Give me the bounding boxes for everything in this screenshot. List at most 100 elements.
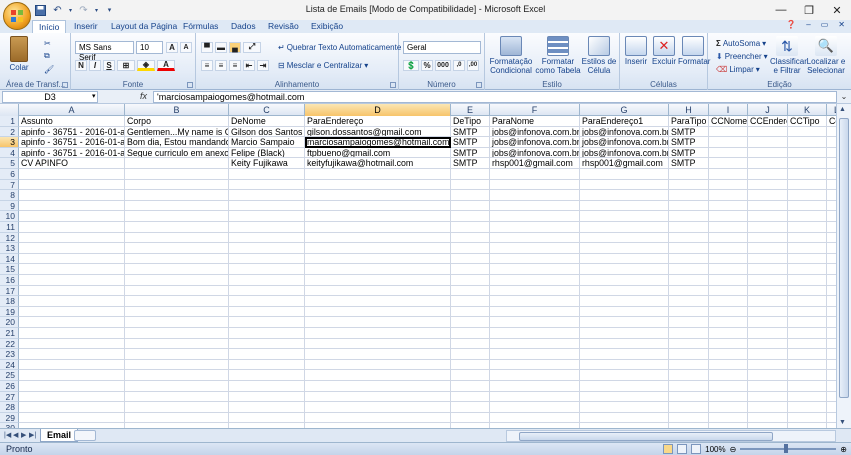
cell-j23[interactable] [748,349,788,360]
row-header[interactable]: 21 [0,328,19,339]
cell-d16[interactable] [305,275,451,286]
underline-button[interactable]: S [103,59,115,71]
row-header[interactable]: 19 [0,306,19,318]
insert-sheet-icon[interactable] [74,430,96,441]
cell-i7[interactable] [709,179,748,191]
align-right-icon[interactable]: ≡ [229,59,241,71]
row-header[interactable]: 27 [0,391,19,403]
cell-h10[interactable] [669,211,709,222]
fill-button[interactable]: ⬇ Preencher ▾ [716,50,768,62]
cell-k11[interactable] [788,222,827,233]
cell-e1[interactable]: DeTipo [451,116,490,127]
cell-e24[interactable] [451,359,490,371]
cell-f11[interactable] [490,222,580,233]
cell-j25[interactable] [748,370,788,381]
cell-k27[interactable] [788,391,827,403]
cell-b16[interactable] [125,275,229,286]
cell-g9[interactable] [580,200,669,212]
cell-a5[interactable]: CV APINFO [19,158,125,169]
cell-g6[interactable] [580,169,669,180]
cell-b18[interactable] [125,296,229,307]
cell-d11[interactable] [305,222,451,233]
row-header[interactable]: 23 [0,349,19,360]
zoom-in-icon[interactable]: ⊕ [840,445,847,454]
cell-h20[interactable] [669,317,709,328]
cell-k2[interactable] [788,126,827,138]
cell-f29[interactable] [490,412,580,424]
cell-f19[interactable] [490,306,580,318]
cell-a12[interactable] [19,232,125,244]
cell-g5[interactable]: rhsp001@gmail.com [580,158,669,169]
tab-revisao[interactable]: Revisão [268,20,299,33]
cell-l24[interactable] [827,359,836,371]
cell-k26[interactable] [788,381,827,392]
cell-e25[interactable] [451,370,490,381]
next-sheet-icon[interactable]: ▶ [21,431,26,439]
row-header[interactable]: 25 [0,370,19,381]
cell-j10[interactable] [748,211,788,222]
cell-j5[interactable] [748,158,788,169]
cell-g17[interactable] [580,285,669,297]
fill-color-icon[interactable]: ◈ [137,59,155,71]
cell-b26[interactable] [125,381,229,392]
scroll-down-icon[interactable]: ▼ [839,419,846,426]
cell-l6[interactable] [827,169,836,180]
cell-i16[interactable] [709,275,748,286]
cell-l26[interactable] [827,381,836,392]
cell-g19[interactable] [580,306,669,318]
cell-f15[interactable] [490,264,580,275]
cell-e26[interactable] [451,381,490,392]
cell-f13[interactable] [490,243,580,254]
cell-c17[interactable] [229,285,305,297]
cell-d12[interactable] [305,232,451,244]
row-header[interactable]: 11 [0,222,19,233]
cell-j4[interactable] [748,147,788,159]
cell-f18[interactable] [490,296,580,307]
column-header-k[interactable]: K [788,104,827,116]
cell-d29[interactable] [305,412,451,424]
cell-i15[interactable] [709,264,748,275]
cell-b9[interactable] [125,200,229,212]
cell-a19[interactable] [19,306,125,318]
cell-l19[interactable] [827,306,836,318]
column-header-g[interactable]: G [580,104,669,116]
row-header[interactable]: 20 [0,317,19,328]
cell-l9[interactable] [827,200,836,212]
cell-d3[interactable]: marciosampaiogomes@hotmail.com [305,137,451,148]
cell-d21[interactable] [305,328,451,339]
horizontal-scrollbar[interactable] [506,430,836,442]
cell-a17[interactable] [19,285,125,297]
cell-c25[interactable] [229,370,305,381]
cell-b23[interactable] [125,349,229,360]
column-header-l[interactable]: L [827,104,836,116]
cell-h5[interactable]: SMTP [669,158,709,169]
cell-a27[interactable] [19,391,125,403]
increase-indent-icon[interactable]: ⇥ [257,59,269,71]
cell-b28[interactable] [125,402,229,413]
cell-a16[interactable] [19,275,125,286]
cell-g23[interactable] [580,349,669,360]
clear-button[interactable]: ⌫ Limpar ▾ [716,63,760,75]
cell-l23[interactable] [827,349,836,360]
cell-c21[interactable] [229,328,305,339]
cell-j20[interactable] [748,317,788,328]
cell-i2[interactable] [709,126,748,138]
cell-k23[interactable] [788,349,827,360]
cell-d20[interactable] [305,317,451,328]
cell-f2[interactable]: jobs@infonova.com.br [490,126,580,138]
cell-f23[interactable] [490,349,580,360]
cell-l8[interactable] [827,190,836,201]
cell-e20[interactable] [451,317,490,328]
autosum-button[interactable]: Σ AutoSoma ▾ [716,37,766,49]
cell-l18[interactable] [827,296,836,307]
cell-g7[interactable] [580,179,669,191]
decrease-indent-icon[interactable]: ⇤ [243,59,255,71]
align-bottom-icon[interactable]: ▄ [229,41,241,53]
cell-g21[interactable] [580,328,669,339]
cell-a6[interactable] [19,169,125,180]
cell-c10[interactable] [229,211,305,222]
cell-a24[interactable] [19,359,125,371]
row-header[interactable]: 12 [0,232,19,244]
cell-b17[interactable] [125,285,229,297]
expand-formula-icon[interactable]: ⌄ [839,91,849,103]
